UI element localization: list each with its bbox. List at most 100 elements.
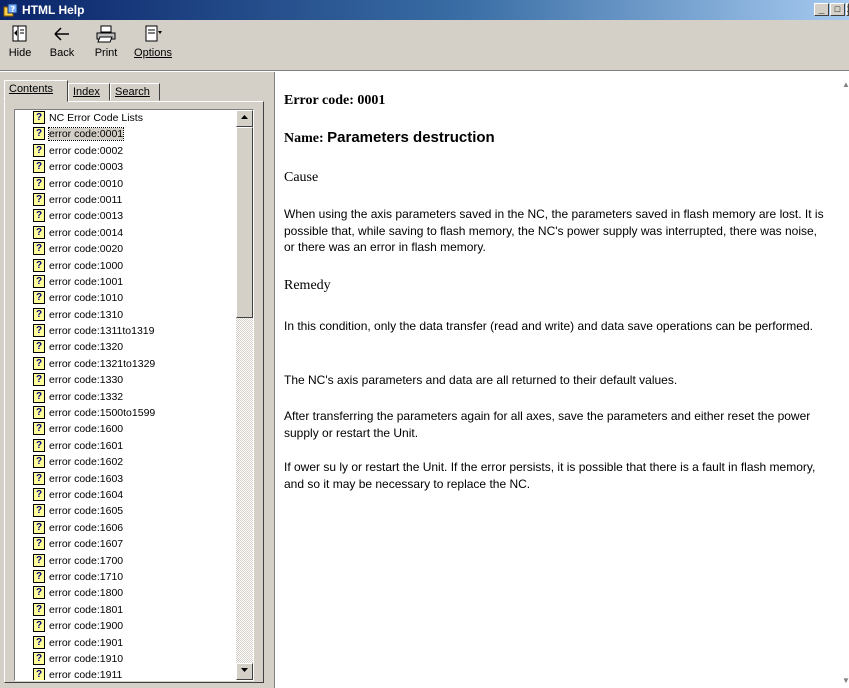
help-topic-icon: ?: [33, 307, 45, 321]
tree-item-label: error code:1332: [49, 390, 124, 403]
topic-scroll-down-icon[interactable]: ▼: [842, 676, 849, 685]
help-topic-icon: ?: [33, 422, 45, 436]
help-topic-icon: ?: [33, 356, 45, 370]
tab-contents[interactable]: Contents: [4, 80, 68, 102]
help-topic-icon: ?: [33, 291, 45, 305]
tree-item-root[interactable]: ? NC Error Code Lists: [15, 110, 234, 126]
remedy-heading: Remedy: [284, 278, 331, 293]
options-button[interactable]: Options: [132, 24, 174, 66]
remedy-paragraph-4: If ower su ly or restart the Unit. If th…: [284, 460, 816, 491]
tree-item[interactable]: ? error code:0013: [15, 208, 234, 224]
tree-item-label: error code:1800: [49, 587, 124, 600]
tree-item[interactable]: ? error code:1001: [15, 274, 234, 290]
tab-search[interactable]: Search: [110, 83, 160, 101]
tab-index[interactable]: Index: [68, 83, 110, 101]
help-topic-icon: ?: [33, 209, 45, 223]
help-topic-icon: ?: [33, 569, 45, 583]
tree-item[interactable]: ? error code:1910: [15, 651, 234, 667]
tree-item-label: error code:1000: [49, 259, 124, 272]
tree-item-label: error code:1604: [49, 488, 124, 501]
tree-item-label: error code:0010: [49, 177, 124, 190]
tree-item[interactable]: ? error code:0002: [15, 143, 234, 159]
tree-item-label: error code:1310: [49, 308, 124, 321]
tree-item[interactable]: ? error code:1911: [15, 667, 234, 680]
name-value: Parameters destruction: [327, 129, 495, 146]
tree-item[interactable]: ? error code:1604: [15, 487, 234, 503]
help-topic-icon: ?: [33, 324, 45, 338]
tree-item[interactable]: ? error code:1900: [15, 618, 234, 634]
title-bar: ? HTML Help _ □ x: [0, 0, 849, 20]
hide-button[interactable]: Hide: [4, 24, 36, 66]
tree-item[interactable]: ? error code:1710: [15, 569, 234, 585]
help-topic-icon: ?: [33, 274, 45, 288]
tree-item[interactable]: ? error code:1311to1319: [15, 323, 234, 339]
tree-item[interactable]: ? error code:1310: [15, 307, 234, 323]
tree-item[interactable]: ? error code:1000: [15, 258, 234, 274]
tree-item-label: error code:0011: [49, 193, 123, 206]
help-topic-icon: ?: [33, 668, 45, 680]
topic-scrollbar[interactable]: ▲ ▼: [841, 72, 849, 688]
tree-item[interactable]: ? error code:0011: [15, 192, 234, 208]
tree-item[interactable]: ? error code:1332: [15, 389, 234, 405]
tree-item[interactable]: ? error code:1800: [15, 585, 234, 601]
tree-item[interactable]: ? error code:1605: [15, 503, 234, 519]
tree-item[interactable]: ? error code:1901: [15, 635, 234, 651]
print-button[interactable]: Print: [88, 24, 124, 66]
tree-item[interactable]: ? error code:1600: [15, 421, 234, 437]
maximize-button[interactable]: □: [830, 3, 845, 16]
tree-item[interactable]: ? error code:1010: [15, 290, 234, 306]
tree-item-label: error code:1602: [49, 456, 124, 469]
help-topic-icon: ?: [33, 111, 45, 124]
options-icon: [145, 25, 162, 42]
tree-item[interactable]: ? error code:1603: [15, 471, 234, 487]
tree-item[interactable]: ? error code:1801: [15, 602, 234, 618]
tree-item[interactable]: ? error code:1500to1599: [15, 405, 234, 421]
tree-item-label: error code:0001: [47, 127, 125, 142]
tree-item-label: error code:1700: [49, 554, 124, 567]
scroll-down-button[interactable]: [236, 663, 253, 680]
help-topic-icon: ?: [33, 176, 45, 190]
help-topic-icon: ?: [33, 127, 45, 141]
help-topic-icon: ?: [33, 455, 45, 469]
help-topic-icon: ?: [33, 602, 45, 616]
printer-icon: [96, 25, 116, 43]
back-button[interactable]: Back: [44, 24, 80, 66]
tree-item[interactable]: ? error code:1700: [15, 553, 234, 569]
hide-icon: [12, 25, 27, 42]
tree-item-label: error code:1901: [49, 636, 124, 649]
tree-item[interactable]: ? error code:1602: [15, 454, 234, 470]
tree-item[interactable]: ? error code:0001: [15, 126, 234, 142]
tree-item[interactable]: ? error code:0003: [15, 159, 234, 175]
help-topic-icon: ?: [33, 586, 45, 600]
tree-item[interactable]: ? error code:1321to1329: [15, 356, 234, 372]
tab-search-label: Search: [115, 86, 150, 98]
contents-tree[interactable]: ? NC Error Code Lists? error code:0001? err…: [14, 109, 254, 681]
help-topic-icon: ?: [33, 192, 45, 206]
help-topic-icon: ?: [33, 471, 45, 485]
help-topic-icon: ?: [33, 242, 45, 256]
tree-item[interactable]: ? error code:0014: [15, 225, 234, 241]
scroll-thumb[interactable]: [236, 127, 253, 318]
tree-item[interactable]: ? error code:0010: [15, 176, 234, 192]
tree-item[interactable]: ? error code:1601: [15, 438, 234, 454]
tree-item[interactable]: ? error code:1606: [15, 520, 234, 536]
tree-item-label: error code:1600: [49, 423, 124, 436]
tree-item[interactable]: ? error code:1320: [15, 339, 234, 355]
help-topic-icon: ?: [33, 619, 45, 633]
tree-item[interactable]: ? error code:1607: [15, 536, 234, 552]
help-app-icon: ?: [3, 3, 18, 17]
topic-scroll-up-icon[interactable]: ▲: [842, 80, 849, 89]
tree-item[interactable]: ? error code:1330: [15, 372, 234, 388]
help-topic-icon: ?: [33, 258, 45, 272]
help-topic-icon: ?: [33, 389, 45, 403]
svg-text:?: ?: [11, 5, 16, 14]
remedy-paragraph-2: The NC's axis parameters and data are al…: [284, 373, 678, 387]
back-label: Back: [49, 47, 75, 59]
remedy-paragraph-1: In this condition, only the data transfe…: [284, 319, 813, 333]
tree-scrollbar[interactable]: [236, 110, 253, 680]
minimize-button[interactable]: _: [814, 3, 829, 16]
scroll-up-button[interactable]: [236, 110, 253, 127]
help-topic-icon: ?: [33, 635, 45, 649]
tree-item[interactable]: ? error code:0020: [15, 241, 234, 257]
help-topic-icon: ?: [33, 504, 45, 518]
